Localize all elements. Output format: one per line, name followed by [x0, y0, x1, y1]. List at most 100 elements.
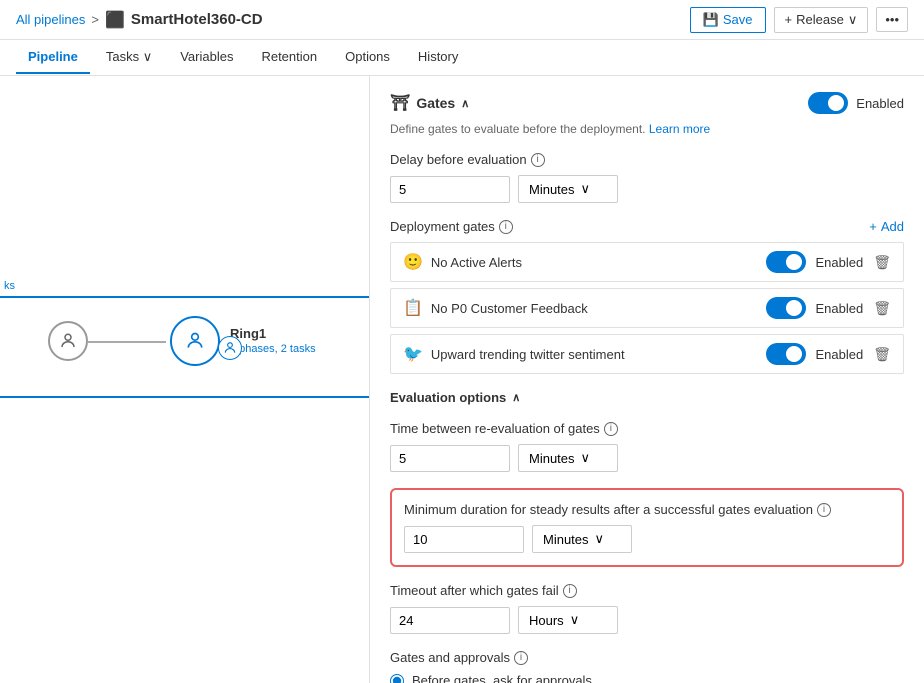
gate-item-no-active-alerts: 🙂 No Active Alerts Enabled 🗑	[390, 242, 904, 282]
save-icon: 💾	[703, 12, 719, 28]
header: All pipelines > ⬛ SmartHotel360-CD 💾 Sav…	[0, 0, 924, 40]
reeval-info-icon[interactable]: i	[604, 422, 618, 436]
delay-info-icon[interactable]: i	[531, 153, 545, 167]
before-gates-label: Before gates, ask for approvals	[412, 673, 592, 683]
eval-options-label: Evaluation options	[390, 390, 506, 405]
p0-feedback-toggle[interactable]	[766, 297, 806, 319]
reeval-input-row: Minutes ∨	[390, 444, 904, 472]
save-button[interactable]: 💾 Save	[690, 7, 766, 33]
timeout-chevron-icon: ∨	[570, 612, 580, 628]
min-duration-chevron-icon: ∨	[595, 531, 605, 547]
p0-feedback-name: No P0 Customer Feedback	[431, 301, 588, 316]
header-left: All pipelines > ⬛ SmartHotel360-CD	[16, 10, 263, 30]
timeout-input-row: Hours ∨	[390, 606, 904, 634]
gates-header: ⛩ Gates ∧ Enabled	[390, 92, 904, 114]
timeout-unit-dropdown[interactable]: Hours ∨	[518, 606, 618, 634]
no-alerts-icon: 🙂	[403, 252, 423, 272]
gates-chevron-icon[interactable]: ∧	[461, 97, 469, 110]
min-duration-box: Minimum duration for steady results afte…	[390, 488, 904, 567]
delay-input-row: Minutes ∨	[390, 175, 904, 203]
eval-chevron-icon[interactable]: ∧	[512, 391, 520, 404]
right-panel: ⛩ Gates ∧ Enabled Define gates to evalua…	[370, 76, 924, 683]
approvals-info-icon[interactable]: i	[514, 651, 528, 665]
release-label: Release	[796, 12, 844, 27]
reeval-unit-dropdown[interactable]: Minutes ∨	[518, 444, 618, 472]
p0-feedback-delete-button[interactable]: 🗑	[873, 300, 891, 317]
p0-feedback-icon: 📋	[403, 298, 423, 318]
twitter-icon: 🐦	[403, 344, 423, 364]
ring-label: Ring1	[230, 326, 316, 341]
timeout-section: Timeout after which gates fail i Hours ∨	[390, 583, 904, 634]
plus-icon: +	[785, 12, 793, 27]
gate-item-twitter: 🐦 Upward trending twitter sentiment Enab…	[390, 334, 904, 374]
dep-gates-header: Deployment gates i + Add	[390, 219, 904, 234]
delay-unit-dropdown[interactable]: Minutes ∨	[518, 175, 618, 203]
dep-gates-label-group: Deployment gates i	[390, 219, 513, 234]
tab-variables[interactable]: Variables	[168, 41, 245, 74]
gate-item-no-p0-feedback: 📋 No P0 Customer Feedback Enabled 🗑	[390, 288, 904, 328]
plus-icon: +	[869, 219, 877, 234]
stage-bar-top	[0, 296, 369, 298]
tab-history[interactable]: History	[406, 41, 470, 74]
before-gates-radio-row: Before gates, ask for approvals	[390, 673, 904, 683]
tab-retention[interactable]: Retention	[249, 41, 329, 74]
release-button[interactable]: + Release ∨	[774, 7, 869, 33]
stage-label: ks	[0, 276, 19, 296]
min-duration-unit-dropdown[interactable]: Minutes ∨	[532, 525, 632, 553]
ring-node	[170, 316, 220, 366]
gates-title-text: Gates	[416, 95, 455, 111]
nav-tabs: Pipeline Tasks ∨ Variables Retention Opt…	[0, 40, 924, 76]
delay-unit-chevron-icon: ∨	[581, 181, 591, 197]
before-gates-radio[interactable]	[390, 674, 404, 683]
ellipsis-icon: •••	[885, 12, 899, 27]
no-alerts-name: No Active Alerts	[431, 255, 522, 270]
twitter-enabled-label: Enabled	[816, 347, 864, 362]
enabled-toggle-group: Enabled	[808, 92, 904, 114]
gates-list: 🙂 No Active Alerts Enabled 🗑 📋 No P0 Cus…	[390, 242, 904, 374]
tab-tasks[interactable]: Tasks ∨	[94, 41, 164, 75]
person-node-ring	[218, 336, 242, 360]
enabled-toggle[interactable]	[808, 92, 848, 114]
eval-options-header: Evaluation options ∧	[390, 390, 904, 405]
connector-line	[88, 341, 166, 343]
twitter-name: Upward trending twitter sentiment	[431, 347, 625, 362]
tab-pipeline[interactable]: Pipeline	[16, 41, 90, 74]
approvals-label: Gates and approvals i	[390, 650, 904, 665]
main-layout: ks Ring1 2 phases, 2 tasks	[0, 76, 924, 683]
twitter-delete-button[interactable]: 🗑	[873, 346, 891, 363]
more-options-button[interactable]: •••	[876, 7, 908, 32]
gates-icon: ⛩	[390, 93, 410, 113]
no-alerts-delete-button[interactable]: 🗑	[873, 254, 891, 271]
min-duration-info-icon[interactable]: i	[817, 503, 831, 517]
min-duration-input[interactable]	[404, 526, 524, 553]
add-gate-button[interactable]: + Add	[869, 219, 904, 234]
breadcrumb-link[interactable]: All pipelines	[16, 12, 85, 27]
min-duration-input-row: Minutes ∨	[404, 525, 890, 553]
tab-options[interactable]: Options	[333, 41, 402, 74]
delay-input[interactable]	[390, 176, 510, 203]
dep-gates-info-icon[interactable]: i	[499, 220, 513, 234]
timeout-input[interactable]	[390, 607, 510, 634]
no-alerts-toggle[interactable]	[766, 251, 806, 273]
gates-description: Define gates to evaluate before the depl…	[390, 122, 904, 136]
save-label: Save	[723, 12, 753, 27]
chevron-down-icon: ∨	[848, 12, 858, 28]
pipeline-icon: ⬛	[105, 10, 125, 30]
pipeline-title: SmartHotel360-CD	[131, 11, 263, 28]
gates-title-group: ⛩ Gates ∧	[390, 93, 469, 113]
delay-label: Delay before evaluation i	[390, 152, 904, 167]
add-label: Add	[881, 219, 904, 234]
no-alerts-enabled-label: Enabled	[816, 255, 864, 270]
stage-bar-bottom	[0, 396, 369, 398]
tasks-chevron-icon: ∨	[143, 49, 153, 64]
learn-more-link[interactable]: Learn more	[649, 122, 710, 136]
reeval-input[interactable]	[390, 445, 510, 472]
enabled-label: Enabled	[856, 96, 904, 111]
ring-sublabel: 2 phases, 2 tasks	[230, 343, 316, 355]
canvas-area: ks Ring1 2 phases, 2 tasks	[0, 76, 370, 683]
header-right: 💾 Save + Release ∨ •••	[690, 7, 908, 33]
timeout-info-icon[interactable]: i	[563, 584, 577, 598]
reeval-unit-label: Minutes	[529, 451, 575, 466]
twitter-toggle[interactable]	[766, 343, 806, 365]
reeval-chevron-icon: ∨	[581, 450, 591, 466]
